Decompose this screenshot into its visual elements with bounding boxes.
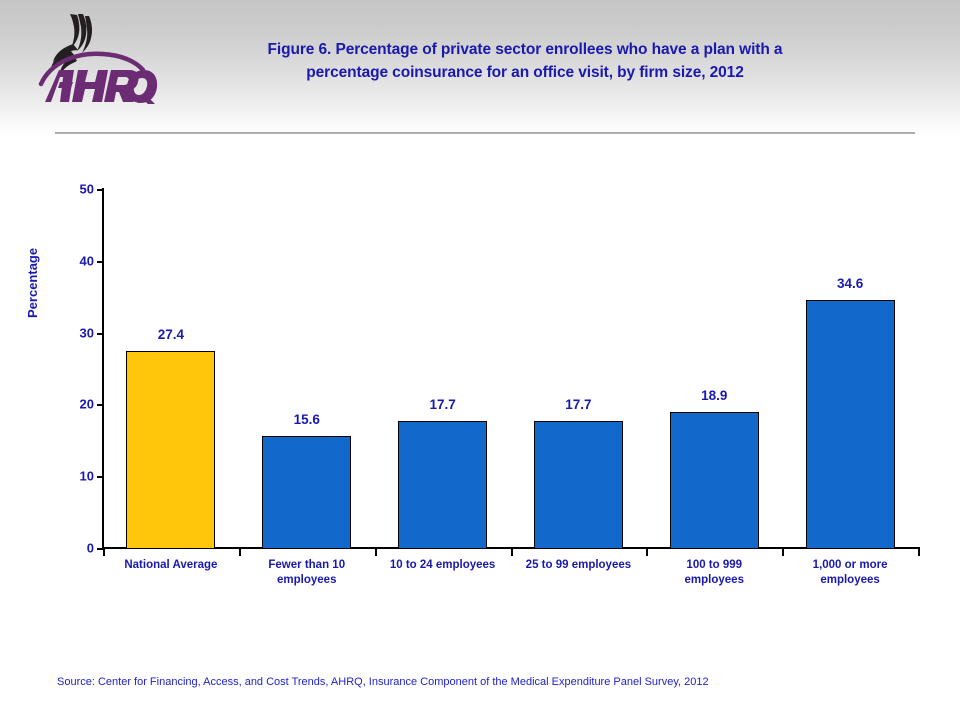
figure-page: Figure 6. Percentage of private sector e…: [0, 0, 960, 720]
bar[interactable]: [126, 351, 216, 548]
bar[interactable]: [262, 436, 352, 548]
y-axis-tick-label: 20: [79, 396, 94, 412]
y-axis-tick: [97, 189, 103, 191]
bar-value-label: 27.4: [157, 327, 185, 343]
plot-area: 0 10 20 30 40 50: [80, 182, 918, 556]
x-axis-tick: [103, 547, 105, 556]
x-axis-tick: [238, 547, 241, 556]
y-axis-tick-label: 10: [79, 468, 94, 484]
x-axis-category-label-line: employees: [820, 574, 880, 586]
bar-value-label: 34.6: [836, 275, 864, 291]
x-axis-category-label-line: 100 to 999: [686, 559, 743, 571]
bar[interactable]: [533, 420, 623, 548]
y-axis-tick-label: 50: [79, 181, 94, 197]
x-axis-category-label: 100 to 999 employees: [646, 558, 782, 588]
x-axis-tick: [374, 547, 377, 556]
bar-value-label: 17.7: [429, 396, 456, 412]
x-axis-tick: [646, 547, 649, 556]
x-axis-category-label-line: Fewer than 10: [268, 559, 346, 571]
y-axis-title: Percentage: [25, 247, 40, 318]
bar[interactable]: [669, 412, 759, 548]
bar[interactable]: [805, 299, 895, 548]
x-axis-category-label-line: 25 to 99 employees: [525, 559, 632, 571]
x-axis-tick: [782, 547, 785, 556]
y-axis-tick: [97, 404, 103, 407]
y-axis-tick: [97, 332, 103, 335]
x-axis-category-label-line: 10 to 24 employees: [389, 559, 496, 571]
x-axis-category-label: Fewer than 10 employees: [239, 558, 375, 588]
y-axis-tick: [97, 260, 103, 263]
bar-value-label: 18.9: [701, 388, 728, 404]
x-axis-category-label: 1,000 or more employees: [782, 558, 918, 588]
y-axis-tick: [97, 476, 103, 479]
bar-value-label: 15.6: [293, 411, 320, 427]
x-axis-category-label: 10 to 24 employees: [375, 558, 511, 573]
y-axis-tick-label: 0: [86, 540, 94, 556]
y-axis-tick-label: 30: [79, 325, 94, 341]
x-axis-tick: [510, 547, 513, 556]
x-axis-category-label-line: employees: [684, 574, 744, 586]
x-axis-tick: [918, 547, 920, 556]
bar[interactable]: [398, 420, 488, 548]
x-axis-category-label-line: employees: [277, 574, 337, 586]
source-note: Source: Center for Financing, Access, an…: [57, 676, 709, 688]
bar-value-label: 17.7: [565, 396, 592, 412]
x-axis-category-label: 25 to 99 employees: [511, 558, 647, 573]
y-axis-tick-label: 40: [79, 253, 94, 269]
x-axis-category-label-line: 1,000 or more: [812, 559, 888, 571]
x-axis-category-label: National Average: [103, 558, 239, 573]
x-axis-category-label-line: National Average: [124, 559, 218, 571]
bar-chart: Percentage 0 10 20 30 40 50 27.4 National Aver…: [0, 0, 960, 720]
